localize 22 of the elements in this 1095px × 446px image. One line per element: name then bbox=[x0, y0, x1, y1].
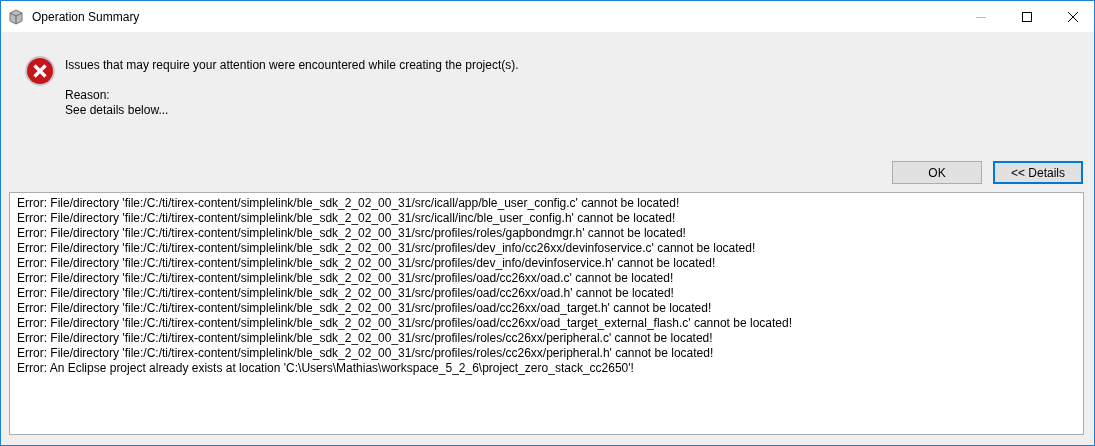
error-line: Error: File/directory 'file:/C:/ti/tirex-content/simplelink/ble_sdk_2_02_00_31/src/profiles/oad/cc26xx/oad.h' cannot be located! bbox=[17, 286, 675, 301]
error-line: Error: File/directory 'file:/C:/ti/tirex-content/simplelink/ble_sdk_2_02_00_31/src/icall/inc/ble_user_config.h' cannot be located! bbox=[17, 211, 677, 226]
details-button[interactable]: << Details bbox=[993, 161, 1083, 184]
error-line: Error: File/directory 'file:/C:/ti/tirex-content/simplelink/ble_sdk_2_02_00_31/src/profiles/oad/cc26xx/oad_target.h' cannot be located! bbox=[17, 301, 713, 316]
window-title: Operation Summary bbox=[32, 9, 140, 24]
reason-label: Reason: bbox=[65, 88, 111, 103]
error-line: Error: File/directory 'file:/C:/ti/tirex-content/simplelink/ble_sdk_2_02_00_31/src/profiles/oad/cc26xx/oad.c' cannot be located! bbox=[17, 271, 675, 286]
error-line: Error: File/directory 'file:/C:/ti/tirex-content/simplelink/ble_sdk_2_02_00_31/src/profiles/roles/cc26xx/peripheral.c' cannot be located! bbox=[17, 331, 714, 346]
error-line: Error: An Eclipse project already exists at location 'C:\Users\Mathias\workspace_5_2_6\project_zero_stack_cc2650'! bbox=[17, 361, 635, 376]
error-line: Error: File/directory 'file:/C:/ti/tirex-content/simplelink/ble_sdk_2_02_00_31/src/profiles/roles/cc26xx/peripheral.h' cannot be located! bbox=[17, 346, 715, 361]
error-line: Error: File/directory 'file:/C:/ti/tirex-content/simplelink/ble_sdk_2_02_00_31/src/icall/app/ble_user_config.c' cannot be located! bbox=[17, 196, 681, 211]
reason-text: See details below... bbox=[65, 103, 170, 118]
ok-button[interactable]: OK bbox=[892, 161, 982, 184]
error-icon bbox=[24, 55, 56, 87]
cube-icon bbox=[8, 8, 24, 25]
error-line: Error: File/directory 'file:/C:/ti/tirex-content/simplelink/ble_sdk_2_02_00_31/src/profiles/oad/cc26xx/oad_target_external_flash.c' cannot be located! bbox=[17, 316, 793, 331]
error-line: Error: File/directory 'file:/C:/ti/tirex-content/simplelink/ble_sdk_2_02_00_31/src/profiles/roles/gapbondmgr.h' cannot be located! bbox=[17, 226, 687, 241]
close-icon[interactable] bbox=[1067, 10, 1079, 23]
maximize-icon[interactable] bbox=[1021, 10, 1033, 23]
error-line: Error: File/directory 'file:/C:/ti/tirex-content/simplelink/ble_sdk_2_02_00_31/src/profiles/dev_info/devinfoservice.h' cannot be located! bbox=[17, 256, 717, 271]
message-text: Issues that may require your attention were encountered while creating the project(s). bbox=[65, 58, 519, 73]
error-line: Error: File/directory 'file:/C:/ti/tirex-content/simplelink/ble_sdk_2_02_00_31/src/profiles/dev_info/cc26xx/devinfoservice.c' cannot be located! bbox=[17, 241, 757, 256]
